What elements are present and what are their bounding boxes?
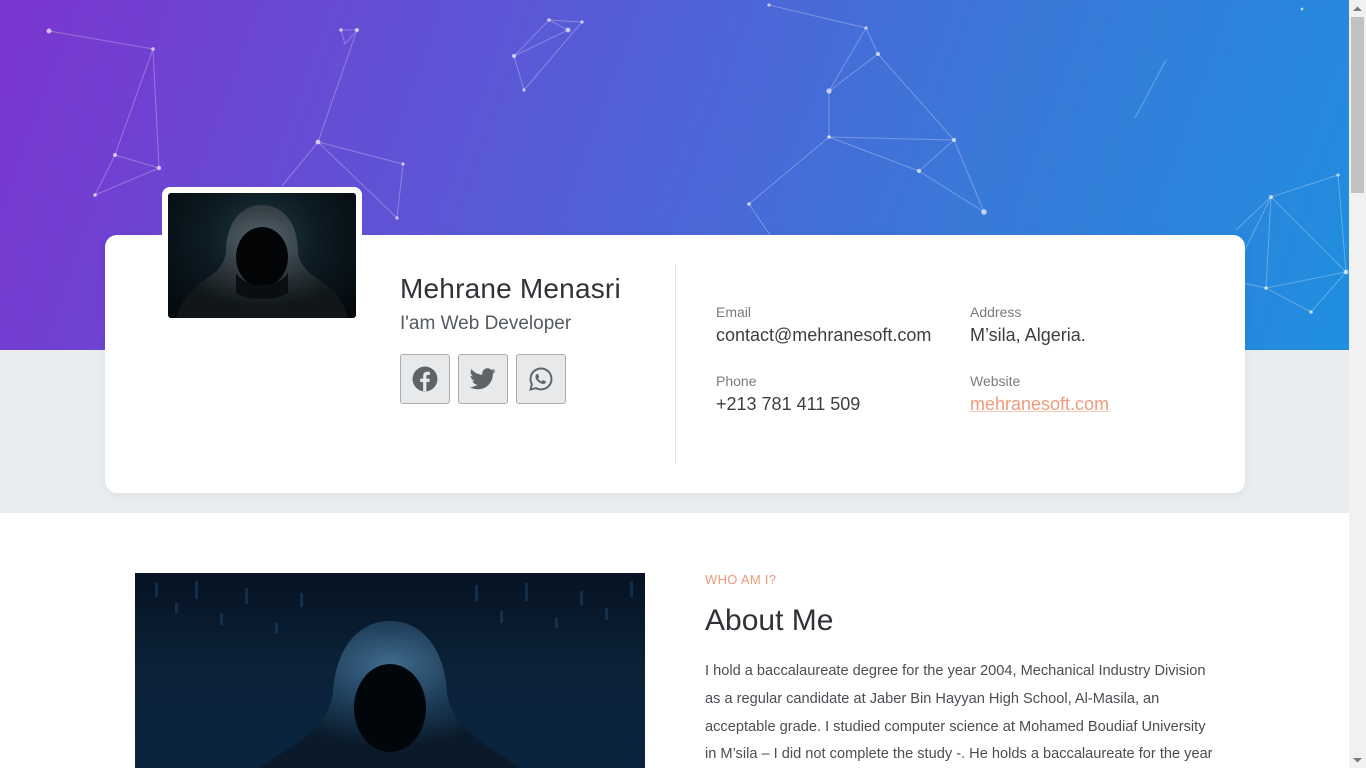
profile-name: Mehrane Menasri — [400, 273, 621, 304]
avatar — [168, 193, 356, 318]
facebook-button[interactable] — [400, 354, 450, 404]
address-value: M’sila, Algeria. — [970, 325, 1086, 345]
phone-label: Phone — [716, 373, 757, 389]
twitter-icon — [470, 368, 496, 390]
social-links — [400, 354, 566, 404]
website-label: Website — [970, 373, 1021, 389]
about-text: I hold a baccalaureate degree for the ye… — [705, 663, 1213, 763]
phone-value: +213 781 411 509 — [716, 394, 861, 414]
scroll-up-arrow-icon[interactable] — [1349, 0, 1366, 17]
page-viewport: Mehrane Menasri I'am Web Developer Email… — [0, 0, 1349, 768]
avatar-frame — [162, 187, 362, 324]
card-divider — [675, 265, 676, 463]
hacker-image — [155, 581, 633, 768]
twitter-button[interactable] — [458, 354, 508, 404]
scrollbar-thumb[interactable] — [1351, 17, 1364, 193]
scroll-down-arrow-icon[interactable] — [1349, 751, 1366, 768]
email-value: contact@mehranesoft.com — [716, 325, 932, 345]
website-link[interactable]: mehranesoft.com — [970, 394, 1109, 415]
whatsapp-button[interactable] — [516, 354, 566, 404]
facebook-icon — [412, 366, 438, 392]
about-eyebrow: WHO AM I? — [705, 572, 777, 587]
email-label: Email — [716, 304, 752, 320]
about-image — [135, 573, 645, 768]
address-label: Address — [970, 304, 1022, 320]
profile-role: I'am Web Developer — [400, 313, 572, 334]
about-title: About Me — [705, 604, 834, 637]
vertical-scrollbar[interactable] — [1349, 0, 1366, 768]
whatsapp-icon — [529, 367, 553, 391]
hooded-figure-image — [176, 205, 348, 318]
